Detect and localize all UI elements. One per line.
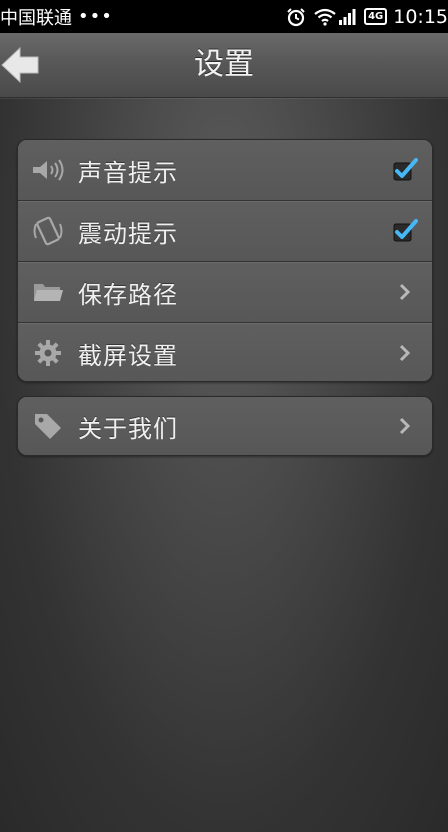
status-bar-right: 4G 10:15 bbox=[278, 0, 448, 33]
folder-icon bbox=[30, 274, 66, 310]
sound-alert-checkbox[interactable] bbox=[390, 155, 420, 185]
chevron-right-icon bbox=[390, 277, 420, 307]
settings-group: 声音提示 震动提示 保存路径 截屏设置 bbox=[17, 139, 433, 382]
chevron-right-icon bbox=[390, 338, 420, 368]
sound-alert-label: 声音提示 bbox=[78, 158, 178, 187]
tag-icon bbox=[30, 408, 66, 444]
wifi-icon bbox=[314, 8, 336, 26]
vibrate-alert-row[interactable]: 震动提示 bbox=[18, 200, 432, 261]
page-title: 设置 bbox=[194, 47, 254, 82]
about-us-label: 关于我们 bbox=[78, 414, 178, 443]
network-badge: 4G bbox=[364, 8, 388, 25]
title-bar: 设置 bbox=[0, 33, 448, 98]
carrier-name: 中国联通 bbox=[0, 7, 72, 29]
status-time: 10:15 bbox=[393, 5, 448, 28]
vibrate-alert-label: 震动提示 bbox=[78, 219, 178, 248]
about-us-row[interactable]: 关于我们 bbox=[18, 397, 432, 455]
alarm-icon bbox=[286, 7, 306, 27]
vibrate-phone-icon bbox=[30, 213, 66, 249]
chevron-right-icon bbox=[390, 411, 420, 441]
screenshot-settings-label: 截屏设置 bbox=[78, 341, 178, 370]
status-bar-left: 中国联通 ••• bbox=[0, 4, 113, 30]
about-group: 关于我们 bbox=[17, 396, 433, 456]
vibrate-alert-checkbox[interactable] bbox=[390, 216, 420, 246]
speaker-icon bbox=[30, 152, 66, 188]
status-bar: 中国联通 ••• 4G 10:15 bbox=[0, 0, 448, 33]
signal-icon bbox=[338, 8, 356, 25]
gear-icon bbox=[30, 335, 66, 371]
sound-alert-row[interactable]: 声音提示 bbox=[18, 140, 432, 200]
network-type-label: 4G bbox=[364, 8, 388, 25]
save-path-label: 保存路径 bbox=[78, 280, 178, 309]
save-path-row[interactable]: 保存路径 bbox=[18, 261, 432, 322]
notification-dots: ••• bbox=[78, 6, 113, 27]
screenshot-settings-row[interactable]: 截屏设置 bbox=[18, 322, 432, 381]
